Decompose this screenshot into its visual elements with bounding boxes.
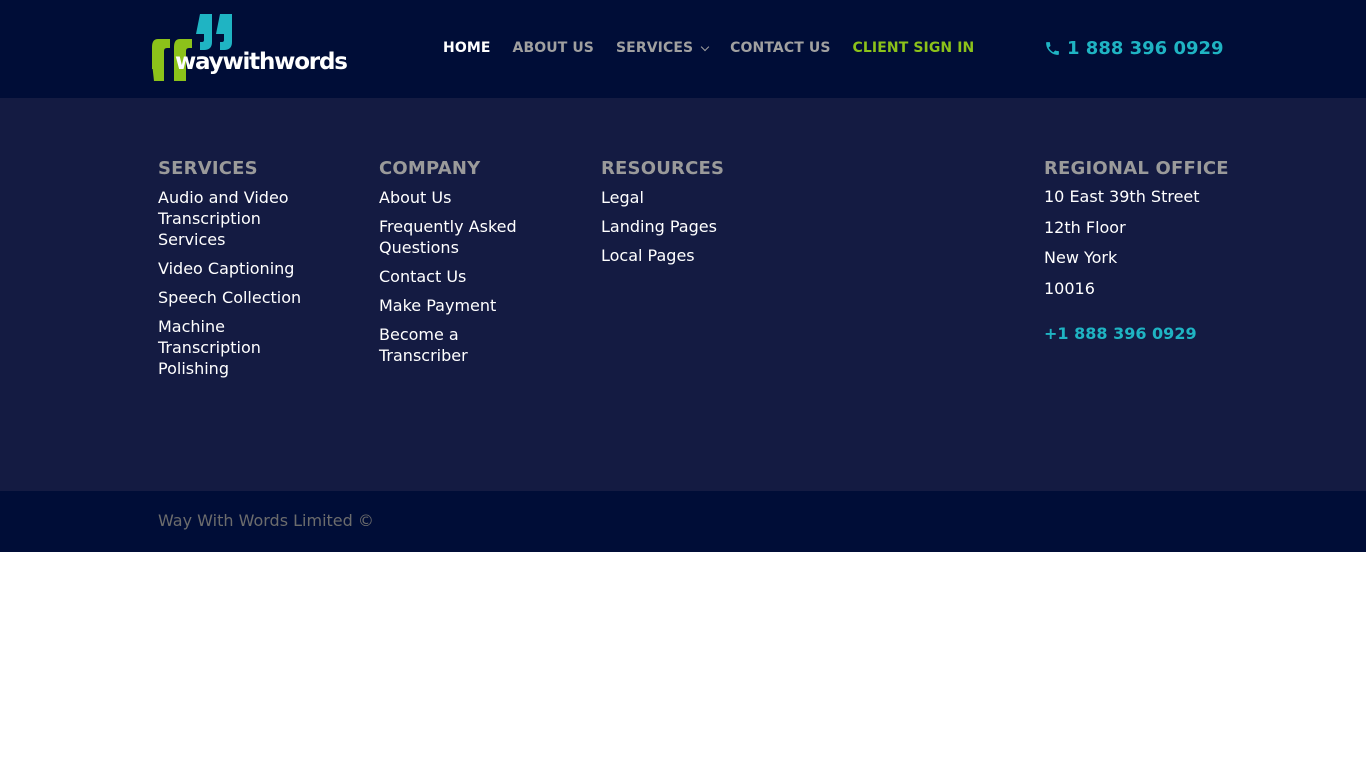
nav-services[interactable]: SERVICES [615,40,710,56]
footer-link-speech-collection[interactable]: Speech Collection [158,287,318,308]
office-phone-link[interactable]: +1 888 396 0929 [1044,324,1234,343]
site-header: waywithwords HOME ABOUT US SERVICES CONT… [0,0,1366,98]
nav-home[interactable]: HOME [443,40,491,56]
footer-link-machine-transcription-polishing[interactable]: Machine Transcription Polishing [158,316,318,379]
footer-link-local-pages[interactable]: Local Pages [601,245,761,266]
footer-column-regional-office: REGIONAL OFFICE 10 East 39th Street 12th… [1044,160,1234,343]
footer-link-contact-us[interactable]: Contact Us [379,266,539,287]
footer-link-video-captioning[interactable]: Video Captioning [158,258,318,279]
footer-column-resources: RESOURCES Legal Landing Pages Local Page… [601,160,761,274]
footer-link-make-payment[interactable]: Make Payment [379,295,539,316]
chevron-down-icon [700,42,710,51]
footer-heading-services: SERVICES [158,158,258,179]
footer-link-about-us[interactable]: About Us [379,187,539,208]
site-footer: SERVICES Audio and Video Transcription S… [0,98,1366,491]
address-line-floor: 12th Floor [1044,217,1126,237]
header-phone-link[interactable]: 1 888 396 0929 [1044,38,1224,59]
address-line-city: New York [1044,248,1118,268]
footer-column-services: SERVICES Audio and Video Transcription S… [158,160,318,387]
address-line-street: 10 East 39th Street [1044,187,1200,206]
footer-link-become-transcriber[interactable]: Become a Transcriber [379,324,539,366]
footer-link-audio-video-transcription[interactable]: Audio and Video Transcription Services [158,187,318,250]
nav-services-label: SERVICES [615,40,694,56]
footer-heading-company: COMPANY [379,158,481,179]
footer-column-company: COMPANY About Us Frequently Asked Questi… [379,160,539,374]
header-phone-number: 1 888 396 0929 [1067,38,1224,59]
copyright-text: Way With Words Limited © [158,511,374,530]
footer-link-landing-pages[interactable]: Landing Pages [601,216,761,237]
logo-text: waywithwords [175,49,348,75]
main-nav: HOME ABOUT US SERVICES CONTACT US CLIENT… [443,40,974,56]
nav-contact-us[interactable]: CONTACT US [730,40,830,56]
footer-heading-regional-office: REGIONAL OFFICE [1044,158,1229,179]
logo[interactable]: waywithwords [152,13,348,83]
nav-client-sign-in[interactable]: CLIENT SIGN IN [853,40,975,56]
footer-link-faq[interactable]: Frequently Asked Questions [379,216,539,258]
footer-heading-resources: RESOURCES [601,158,725,179]
office-address: 10 East 39th Street 12th Floor New York … [1044,186,1234,299]
nav-about-us[interactable]: ABOUT US [513,40,594,56]
copyright-bar: Way With Words Limited © [0,491,1366,552]
phone-icon [1046,42,1059,55]
address-line-zip: 10016 [1044,278,1095,298]
footer-link-legal[interactable]: Legal [601,187,761,208]
